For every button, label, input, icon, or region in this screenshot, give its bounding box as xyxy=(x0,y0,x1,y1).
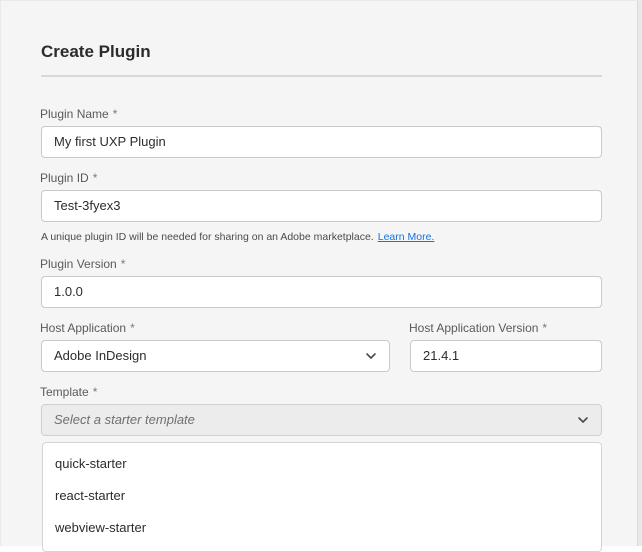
plugin-id-value: Test-3fyex3 xyxy=(54,198,121,213)
host-application-version-label-text: Host Application Version xyxy=(409,321,539,335)
required-marker: * xyxy=(92,171,98,185)
plugin-version-value: 1.0.0 xyxy=(54,284,83,299)
plugin-name-label: Plugin Name * xyxy=(40,107,117,121)
host-application-label-text: Host Application xyxy=(40,321,127,335)
plugin-name-value: My first UXP Plugin xyxy=(54,134,166,149)
template-select[interactable]: Select a starter template xyxy=(41,404,602,436)
template-option-quick-starter[interactable]: quick-starter xyxy=(55,456,127,471)
learn-more-link[interactable]: Learn More. xyxy=(378,231,435,243)
plugin-version-label: Plugin Version * xyxy=(40,257,125,271)
required-marker: * xyxy=(120,257,126,271)
plugin-id-label-text: Plugin ID xyxy=(40,171,89,185)
create-plugin-dialog: Create Plugin Plugin Name * My first UXP … xyxy=(1,1,638,552)
plugin-id-input[interactable]: Test-3fyex3 xyxy=(41,190,602,222)
host-application-selected: Adobe InDesign xyxy=(54,348,147,363)
required-marker: * xyxy=(130,321,135,335)
dialog-title: Create Plugin xyxy=(41,42,151,61)
host-application-version-label: Host Application Version * xyxy=(409,321,547,335)
host-application-label: Host Application * xyxy=(40,321,135,335)
plugin-name-label-text: Plugin Name xyxy=(40,107,109,121)
chevron-down-icon xyxy=(578,417,588,423)
required-marker: * xyxy=(92,385,98,399)
template-placeholder: Select a starter template xyxy=(54,412,195,427)
host-application-version-input[interactable]: 21.4.1 xyxy=(410,340,602,372)
plugin-id-helper-text: A unique plugin ID will be needed for sh… xyxy=(41,231,374,243)
required-marker: * xyxy=(542,321,548,335)
template-option-webview-starter[interactable]: webview-starter xyxy=(55,520,146,535)
plugin-version-input[interactable]: 1.0.0 xyxy=(41,276,602,308)
plugin-name-input[interactable]: My first UXP Plugin xyxy=(41,126,602,158)
template-dropdown-menu: quick-starter react-starter webview-star… xyxy=(42,442,602,552)
template-label-text: Template xyxy=(40,385,89,399)
chevron-down-icon xyxy=(366,353,376,359)
host-application-select[interactable]: Adobe InDesign xyxy=(41,340,390,372)
template-label: Template * xyxy=(40,385,97,399)
title-divider xyxy=(41,75,602,77)
host-application-version-value: 21.4.1 xyxy=(423,348,460,363)
template-option-react-starter[interactable]: react-starter xyxy=(55,488,125,503)
plugin-id-helper: A unique plugin ID will be needed for sh… xyxy=(41,231,434,243)
plugin-version-label-text: Plugin Version xyxy=(40,257,117,271)
required-marker: * xyxy=(112,107,118,121)
plugin-id-label: Plugin ID * xyxy=(40,171,97,185)
